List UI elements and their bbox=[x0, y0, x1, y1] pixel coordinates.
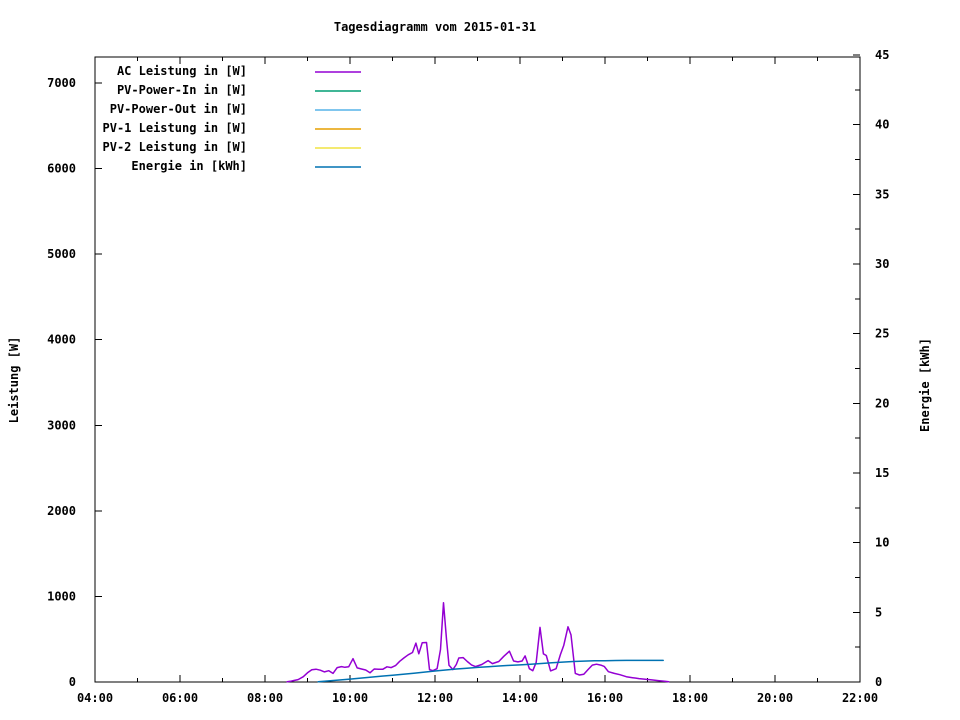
y-left-tick-label: 4000 bbox=[47, 333, 76, 347]
x-tick-label: 10:00 bbox=[332, 691, 368, 705]
chart-title: Tagesdiagramm vom 2015-01-31 bbox=[333, 20, 537, 34]
y-right-tick-label: 25 bbox=[875, 327, 889, 341]
y-left-tick-label: 0 bbox=[69, 675, 76, 689]
chart-canvas: 04:00 06:00 08:00 10:00 12:00 14:00 16:00 18:00… bbox=[0, 0, 960, 720]
legend-label: PV-Power-Out in [W] bbox=[110, 102, 247, 116]
x-tick-label: 08:00 bbox=[247, 691, 283, 705]
y-axis-label-right: Energie [kWh] bbox=[918, 338, 932, 432]
x-tick-label: 18:00 bbox=[672, 691, 708, 705]
plot-area: 04:00 06:00 08:00 10:00 12:00 14:00 16:00 18:00… bbox=[47, 48, 889, 705]
legend-label: PV-2 Leistung in [W] bbox=[103, 140, 248, 154]
legend-label: Energie in [kWh] bbox=[131, 159, 247, 173]
y-left-tick-label: 6000 bbox=[47, 162, 76, 176]
y-right-tick-label: 10 bbox=[875, 536, 889, 550]
legend-label: PV-Power-In in [W] bbox=[117, 83, 247, 97]
y-right-tick-label: 5 bbox=[875, 605, 882, 619]
legend-label: AC Leistung in [W] bbox=[117, 64, 247, 78]
y-left-tick-label: 7000 bbox=[47, 76, 76, 90]
y-right-tick-label: 0 bbox=[875, 675, 882, 689]
x-tick-label: 06:00 bbox=[162, 691, 198, 705]
legend-label: PV-1 Leistung in [W] bbox=[103, 121, 248, 135]
x-tick-label: 04:00 bbox=[77, 691, 113, 705]
y-right-tick-label: 35 bbox=[875, 187, 889, 201]
y-axis-label-left: Leistung [W] bbox=[7, 336, 21, 424]
y-right-tick-label: 45 bbox=[875, 48, 889, 62]
y-left-tick-label: 3000 bbox=[47, 418, 76, 432]
x-tick-label: 14:00 bbox=[502, 691, 538, 705]
y-right-tick-label: 40 bbox=[875, 118, 889, 132]
y-left-tick-label: 5000 bbox=[47, 247, 76, 261]
y-left-tick-label: 1000 bbox=[47, 589, 76, 603]
y-left-tick-label: 2000 bbox=[47, 504, 76, 518]
series-line bbox=[317, 659, 664, 683]
series-line bbox=[286, 602, 670, 683]
x-tick-label: 20:00 bbox=[757, 691, 793, 705]
x-tick-label: 16:00 bbox=[587, 691, 623, 705]
x-tick-label: 12:00 bbox=[417, 691, 453, 705]
x-tick-label: 22:00 bbox=[842, 691, 878, 705]
y-right-tick-label: 30 bbox=[875, 257, 889, 271]
y-right-tick-label: 20 bbox=[875, 396, 889, 410]
y-right-tick-label: 15 bbox=[875, 466, 889, 480]
